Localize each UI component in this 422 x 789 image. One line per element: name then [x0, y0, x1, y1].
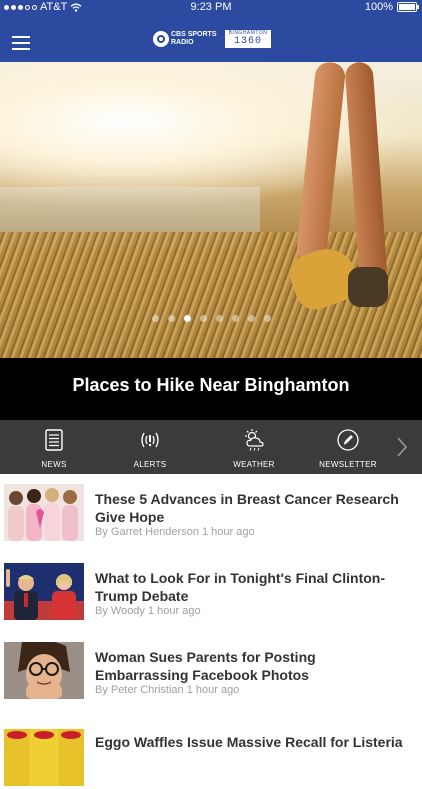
quick-nav-label: NEWS — [41, 460, 67, 469]
article-list-item[interactable]: Eggo Waffles Issue Massive Recall for Li… — [0, 711, 422, 789]
article-thumbnail — [4, 729, 84, 786]
pager-dot[interactable] — [183, 315, 191, 322]
pager-dot[interactable] — [263, 315, 271, 322]
cbs-eye-icon — [153, 31, 169, 47]
article-byline: By Woody 1 hour ago — [95, 605, 201, 617]
article-title[interactable]: Woman Sues Parents for Posting Embarrass… — [95, 648, 410, 684]
article-title[interactable]: These 5 Advances in Breast Cancer Resear… — [95, 490, 410, 526]
alerts-icon — [141, 432, 159, 448]
weather-icon — [245, 429, 264, 451]
article-byline: By Garret Henderson 1 hour ago — [95, 526, 255, 538]
article-thumbnail — [4, 642, 84, 699]
quick-nav-newsletter[interactable]: NEWSLETTER — [308, 420, 388, 474]
quick-nav-label: ALERTS — [133, 460, 167, 469]
pager-dot[interactable] — [231, 315, 239, 322]
logo-frequency: 1360 — [233, 36, 262, 47]
quick-nav-label: NEWSLETTER — [319, 460, 377, 469]
status-bar: AT&T 9:23 PM 100% — [0, 0, 422, 14]
quick-nav-bar: NEWS ALERTS WEATHER NEWSLETTER — [0, 420, 422, 474]
pager-dot[interactable] — [167, 315, 175, 322]
article-thumbnail — [4, 484, 84, 541]
chevron-right-icon[interactable] — [394, 420, 422, 474]
quick-nav-label: WEATHER — [233, 460, 275, 469]
newsletter-icon — [337, 429, 359, 451]
hiker-legs-image — [284, 62, 400, 316]
logo-line1: CBS SPORTS — [171, 31, 217, 38]
carousel-pager[interactable] — [0, 315, 422, 322]
battery-percent: 100% — [364, 1, 393, 13]
quick-nav-alerts[interactable]: ALERTS — [110, 420, 190, 474]
clock: 9:23 PM — [190, 1, 232, 13]
station-logo: CBS SPORTS RADIO BINGHAMTON 1360 — [153, 30, 271, 48]
logo-line2: RADIO — [171, 39, 194, 46]
article-thumbnail — [4, 563, 84, 620]
hero-caption[interactable]: Places to Hike Near Binghamton — [0, 358, 422, 420]
news-icon — [45, 429, 63, 451]
app-header: CBS SPORTS RADIO BINGHAMTON 1360 — [0, 14, 422, 62]
battery-icon — [397, 2, 419, 12]
pager-dot[interactable] — [215, 315, 223, 322]
menu-icon[interactable] — [12, 36, 30, 50]
article-title[interactable]: What to Look For in Tonight's Final Clin… — [95, 569, 410, 605]
article-list-item[interactable]: These 5 Advances in Breast Cancer Resear… — [0, 474, 422, 552]
pager-dot[interactable] — [151, 315, 159, 322]
pager-dot[interactable] — [199, 315, 207, 322]
quick-nav-weather[interactable]: WEATHER — [214, 420, 294, 474]
article-byline: By Peter Christian 1 hour ago — [95, 684, 240, 696]
article-title[interactable]: Eggo Waffles Issue Massive Recall for Li… — [95, 733, 410, 751]
quick-nav-news[interactable]: NEWS — [14, 420, 94, 474]
hero-slider[interactable] — [0, 62, 422, 358]
article-list-item[interactable]: Woman Sues Parents for Posting Embarrass… — [0, 632, 422, 710]
pager-dot[interactable] — [247, 315, 255, 322]
article-list-item[interactable]: What to Look For in Tonight's Final Clin… — [0, 553, 422, 631]
